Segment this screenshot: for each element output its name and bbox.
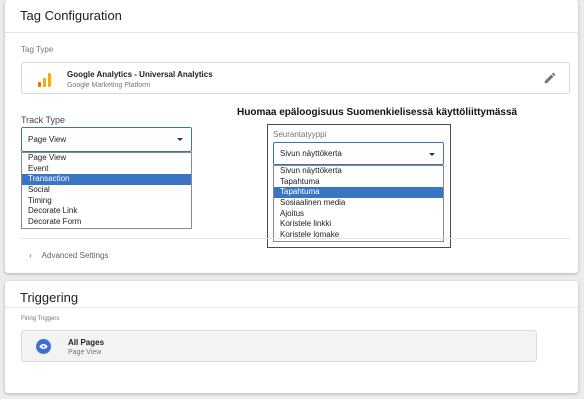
tag-type-name: Google Analytics - Universal Analytics: [67, 70, 213, 79]
fi-track-type-dropdown[interactable]: Sivun näyttökerta: [273, 142, 444, 165]
firing-triggers-label: Firing Triggers: [21, 316, 60, 322]
track-type-option[interactable]: Decorate Link: [22, 206, 191, 217]
tag-type-label: Tag Type: [21, 45, 54, 54]
track-type-options-list: Page View Event Transaction Social Timing Dec…: [21, 152, 192, 229]
annotation-note: Huomaa epäloogisuus Suomenkielisessä käy…: [237, 107, 518, 118]
track-type-option[interactable]: Decorate Form: [22, 217, 191, 228]
tag-type-vendor: Google Marketing Platform: [67, 82, 151, 89]
track-type-option[interactable]: Page View: [22, 153, 191, 164]
track-type-dropdown[interactable]: Page View: [21, 127, 192, 152]
fi-track-type-options-list: Sivun näyttökerta Tapahtuma Tapahtuma Sosia…: [273, 165, 444, 242]
caret-down-icon: [429, 153, 435, 156]
track-type-option[interactable]: Transaction: [22, 174, 191, 186]
eye-icon: [36, 339, 51, 354]
track-type-label: Track Type: [21, 115, 66, 125]
divider: [5, 32, 578, 33]
advanced-settings-toggle[interactable]: › Advanced Settings: [29, 251, 108, 260]
fi-track-type-option[interactable]: Koristele linkki: [274, 219, 443, 230]
fi-track-type-value: Sivun näyttökerta: [280, 149, 342, 158]
trigger-type: Page View: [68, 349, 102, 356]
fi-track-type-option[interactable]: Sivun näyttökerta: [274, 166, 443, 177]
fi-track-type-option[interactable]: Koristele lomake: [274, 230, 443, 241]
trigger-name: All Pages: [68, 338, 105, 347]
fi-track-type-option[interactable]: Tapahtuma: [274, 177, 443, 188]
fi-track-type-option[interactable]: Sosiaalinen media: [274, 198, 443, 209]
card-title: Triggering: [20, 290, 79, 305]
tag-configuration-card: Tag Configuration Tag Type Google Analyt…: [5, 0, 578, 273]
track-type-option[interactable]: Social: [22, 185, 191, 196]
pencil-icon[interactable]: [543, 71, 557, 85]
fi-track-type-option[interactable]: Tapahtuma: [274, 187, 443, 199]
advanced-settings-label: Advanced Settings: [41, 251, 109, 260]
finnish-ui-overlay: Seurantatyyppi Sivun näyttökerta Sivun n…: [267, 124, 451, 248]
divider: [21, 238, 570, 239]
fi-track-type-option[interactable]: Ajoitus: [274, 209, 443, 220]
google-analytics-icon: [38, 73, 52, 87]
track-type-option[interactable]: Event: [22, 164, 191, 175]
track-type-option[interactable]: Timing: [22, 196, 191, 207]
track-type-value: Page View: [28, 135, 67, 144]
divider: [5, 307, 578, 308]
card-title: Tag Configuration: [20, 8, 122, 23]
chevron-right-icon: ›: [29, 251, 32, 260]
trigger-item-all-pages[interactable]: All Pages Page View: [21, 330, 537, 362]
tag-type-selector[interactable]: Google Analytics - Universal Analytics G…: [21, 62, 570, 94]
fi-track-type-label: Seurantatyyppi: [273, 130, 327, 139]
caret-down-icon: [177, 138, 183, 141]
triggering-card: Triggering Firing Triggers All Pages Pag…: [5, 281, 578, 393]
